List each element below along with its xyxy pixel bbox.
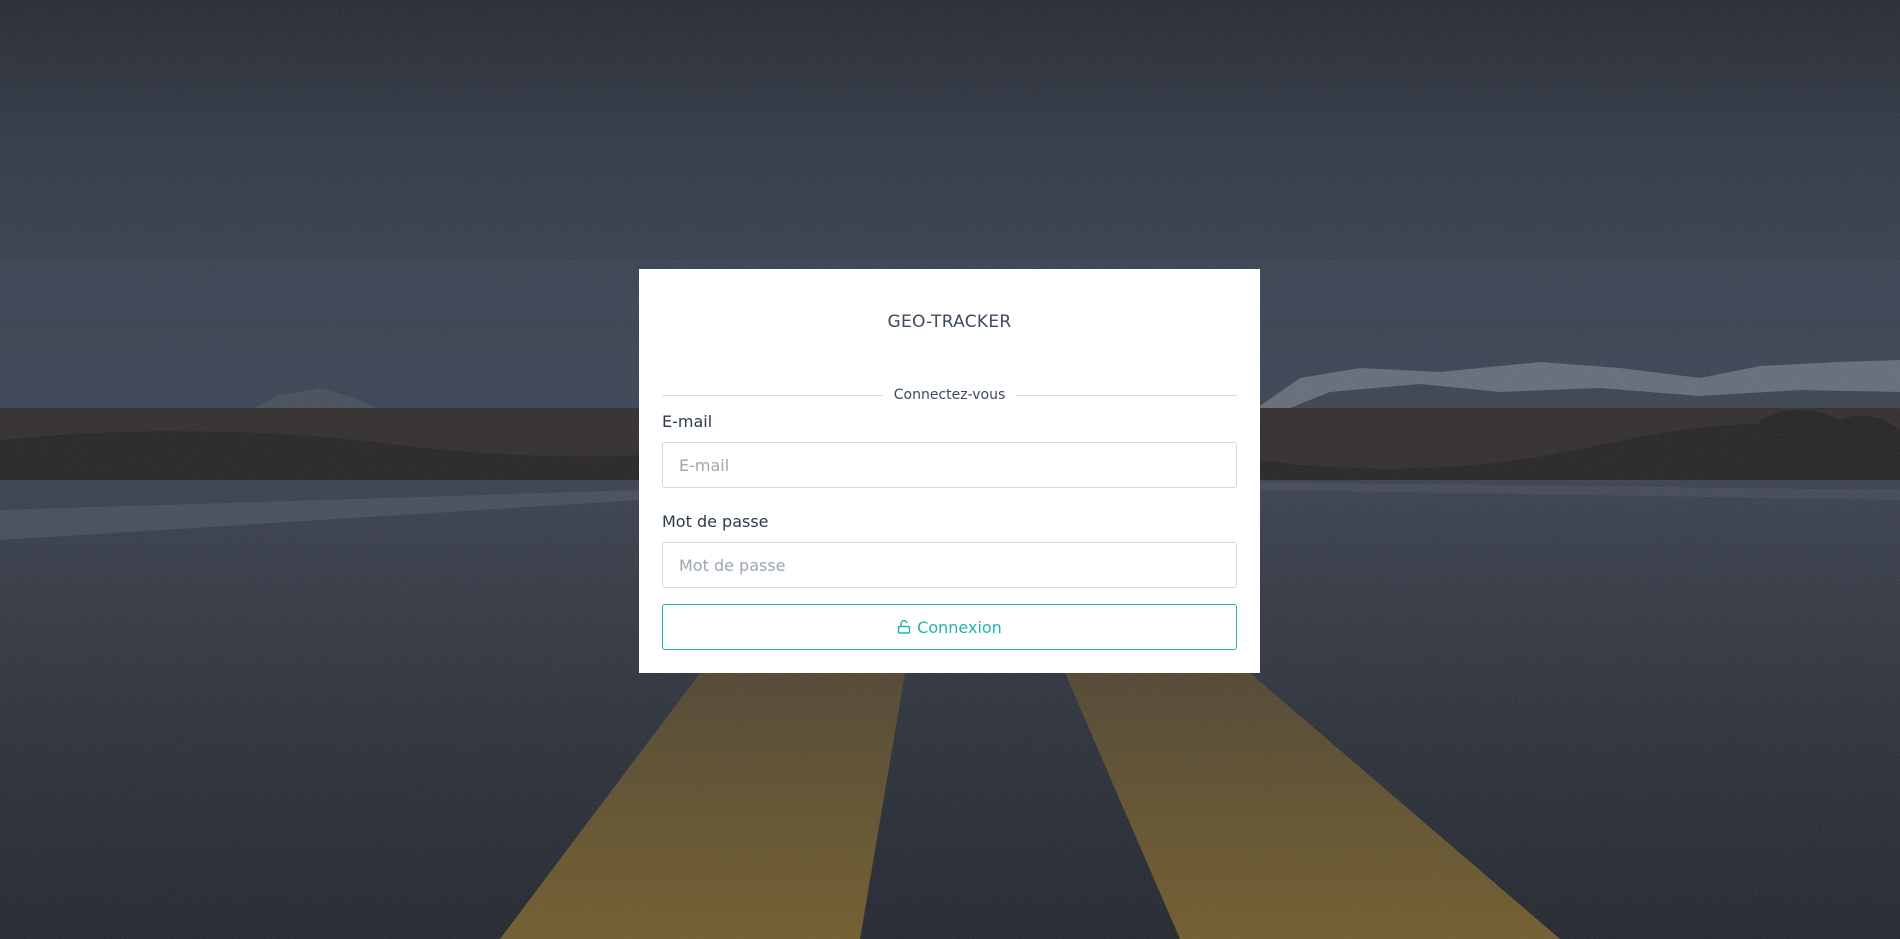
login-divider: Connectez-vous: [662, 386, 1238, 404]
login-button-label: Connexion: [917, 617, 1002, 637]
app-title: GEO-TRACKER: [887, 312, 1012, 332]
login-button[interactable]: Connexion: [662, 604, 1237, 650]
email-label: E-mail: [662, 412, 713, 431]
login-card: GEO-TRACKER Connectez-vous E-mail Mot de…: [639, 269, 1260, 673]
divider-line-right: [1016, 394, 1238, 396]
lock-open-icon: [897, 620, 911, 634]
email-field[interactable]: [662, 442, 1237, 488]
divider-line-left: [662, 394, 883, 396]
password-field[interactable]: [662, 542, 1237, 588]
password-label: Mot de passe: [662, 512, 769, 531]
login-subtitle: Connectez-vous: [893, 387, 1006, 403]
